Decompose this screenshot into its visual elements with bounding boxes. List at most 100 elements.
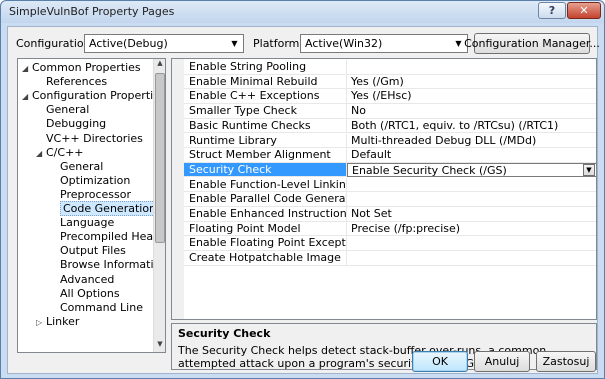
platform-dropdown[interactable]: Active(Win32) ▼	[300, 34, 468, 53]
property-value[interactable]: Not Set	[347, 207, 596, 222]
property-value[interactable]: Default	[347, 148, 596, 163]
tree-item[interactable]: Language	[50, 216, 114, 230]
property-name: Security Check	[184, 162, 347, 178]
collapse-arrow-icon[interactable]: ◢	[36, 147, 46, 161]
tree-item[interactable]: References	[36, 75, 107, 89]
window-title: SimpleVulnBof Property Pages	[9, 5, 175, 18]
property-value[interactable]	[347, 60, 596, 75]
tree-item[interactable]: All Options	[50, 287, 120, 301]
expand-arrow-icon[interactable]: ▷	[36, 316, 46, 330]
dialog-client-area: Configuration: Active(Debug) ▼ Platform:…	[7, 26, 600, 374]
property-row[interactable]: Enable Floating Point Exceptions	[184, 236, 596, 251]
category-tree[interactable]: ◢ Common Properties References ◢ Configurati…	[17, 58, 166, 353]
property-value[interactable]: Both (/RTC1, equiv. to /RTCsu) (/RTC1)	[347, 118, 596, 134]
scroll-down-icon[interactable]: ▼	[154, 340, 165, 352]
platform-label: Platform:	[253, 37, 304, 50]
property-row[interactable]: Enable C++ Exceptions Yes (/EHsc)	[184, 89, 596, 104]
property-name: Enable Enhanced Instruction Set	[184, 207, 347, 222]
cancel-button[interactable]: Anuluj	[474, 351, 530, 372]
property-grid[interactable]: Enable String Pooling Enable Minimal Rebu…	[171, 58, 597, 320]
property-value-text: Precise (/fp:precise)	[351, 221, 461, 235]
property-name: Enable Function-Level Linking	[184, 177, 347, 193]
property-row[interactable]: Runtime Library Multi-threaded Debug DLL …	[184, 133, 596, 149]
property-value[interactable]	[347, 236, 596, 251]
tree-item[interactable]: Advanced	[50, 273, 114, 287]
tree-item-label: Linker	[46, 314, 80, 328]
property-row[interactable]: Enable Enhanced Instruction Set Not Set	[184, 207, 596, 222]
tree-item[interactable]: Precompiled Heade	[50, 230, 165, 244]
property-value[interactable]	[347, 178, 596, 193]
property-value[interactable]: No	[347, 104, 596, 119]
tree-item-label: Output Files	[60, 244, 126, 258]
property-value-text: Not Set	[351, 207, 392, 220]
tree-item-label: Code Generation	[60, 201, 160, 216]
property-row[interactable]: Basic Runtime Checks Both (/RTC1, equiv. …	[184, 118, 596, 134]
configuration-manager-button[interactable]: Configuration Manager...	[464, 33, 600, 54]
tree-item-label: Debugging	[46, 117, 107, 131]
title-bar: SimpleVulnBof Property Pages ? ✕	[1, 1, 604, 23]
tree-item[interactable]: General	[36, 103, 89, 117]
tree-item[interactable]: Command Line	[50, 301, 143, 315]
property-pages-window: SimpleVulnBof Property Pages ? ✕ Configu…	[0, 0, 605, 379]
property-value[interactable]: Multi-threaded Debug DLL (/MDd)	[347, 134, 596, 149]
property-name: Enable Floating Point Exceptions	[184, 236, 347, 251]
scrollbar-thumb[interactable]	[155, 73, 165, 243]
property-row[interactable]: Smaller Type Check No	[184, 104, 596, 119]
property-value[interactable]: Yes (/EHsc)	[347, 89, 596, 104]
tree-item[interactable]: Output Files	[50, 244, 126, 258]
tree-item-label: Preprocessor	[60, 187, 132, 201]
ok-button[interactable]: OK	[412, 351, 468, 372]
scroll-up-icon[interactable]: ▲	[154, 59, 165, 71]
tree-item[interactable]: ◢ C/C++	[36, 146, 84, 160]
collapse-arrow-icon[interactable]: ◢	[22, 62, 32, 76]
property-value-text: Yes (/Gm)	[351, 74, 404, 88]
property-value-text: Both (/RTC1, equiv. to /RTCsu) (/RTC1)	[351, 118, 559, 132]
configuration-dropdown[interactable]: Active(Debug) ▼	[84, 34, 244, 53]
property-value[interactable]: Yes (/Gm)	[347, 74, 596, 90]
property-row[interactable]: Create Hotpatchable Image	[184, 251, 596, 266]
property-value[interactable]	[347, 192, 596, 207]
property-row[interactable]: Security Check Enable Security Check (/GS…	[184, 162, 596, 178]
grid-gutter	[172, 59, 184, 319]
tree-item[interactable]: General	[50, 160, 103, 174]
property-row[interactable]: Enable String Pooling	[184, 60, 596, 75]
tree-item-label: C/C++	[46, 145, 84, 159]
property-row[interactable]: Enable Parallel Code Generation	[184, 192, 596, 207]
tree-item-label: VC++ Directories	[46, 131, 143, 145]
collapse-arrow-icon[interactable]: ◢	[22, 90, 32, 104]
property-value[interactable]	[347, 251, 596, 266]
property-row[interactable]: Enable Minimal Rebuild Yes (/Gm)	[184, 74, 596, 90]
property-value-text: No	[351, 104, 366, 118]
property-value[interactable]: Enable Security Check (/GS) ▼	[347, 162, 596, 178]
tree-item[interactable]: Preprocessor	[50, 188, 131, 202]
help-button[interactable]: ?	[538, 2, 566, 19]
tree-item-label: General	[46, 103, 90, 117]
tree-item[interactable]: ◢ Configuration Properties	[22, 89, 165, 104]
apply-button[interactable]: Zastosuj	[536, 351, 596, 372]
tree-scrollbar[interactable]: ▲ ▼	[153, 59, 165, 352]
platform-value: Active(Win32)	[305, 37, 383, 50]
tree-item[interactable]: ◢ Common Properties	[22, 61, 141, 75]
property-row[interactable]: Struct Member Alignment Default	[184, 148, 596, 163]
tree-item[interactable]: Code Generation	[50, 201, 160, 216]
tree-item[interactable]: Optimization	[50, 174, 130, 188]
tree-item-label: Common Properties	[32, 61, 141, 74]
tree-item[interactable]: Browse Information	[50, 258, 165, 272]
tree-item-label: Command Line	[60, 300, 143, 314]
property-row[interactable]: Enable Function-Level Linking	[184, 177, 596, 193]
property-value[interactable]: Precise (/fp:precise)	[347, 221, 596, 237]
property-name: Smaller Type Check	[184, 104, 347, 119]
property-name: Create Hotpatchable Image	[184, 251, 347, 266]
tree-item[interactable]: Debugging	[36, 117, 106, 131]
description-title: Security Check	[178, 327, 271, 340]
property-row[interactable]: Floating Point Model Precise (/fp:precise…	[184, 221, 596, 237]
property-value-text: Yes (/EHsc)	[351, 89, 412, 103]
tree-item[interactable]: VC++ Directories	[36, 132, 143, 146]
close-button[interactable]: ✕	[567, 2, 601, 19]
chevron-down-icon[interactable]: ▼	[583, 163, 595, 176]
tree-item-label: References	[46, 75, 108, 89]
tree-item-label: Advanced	[60, 272, 115, 286]
tree-item[interactable]: ▷ Linker	[36, 315, 79, 329]
configuration-value: Active(Debug)	[89, 37, 168, 50]
property-name: Enable String Pooling	[184, 60, 347, 75]
